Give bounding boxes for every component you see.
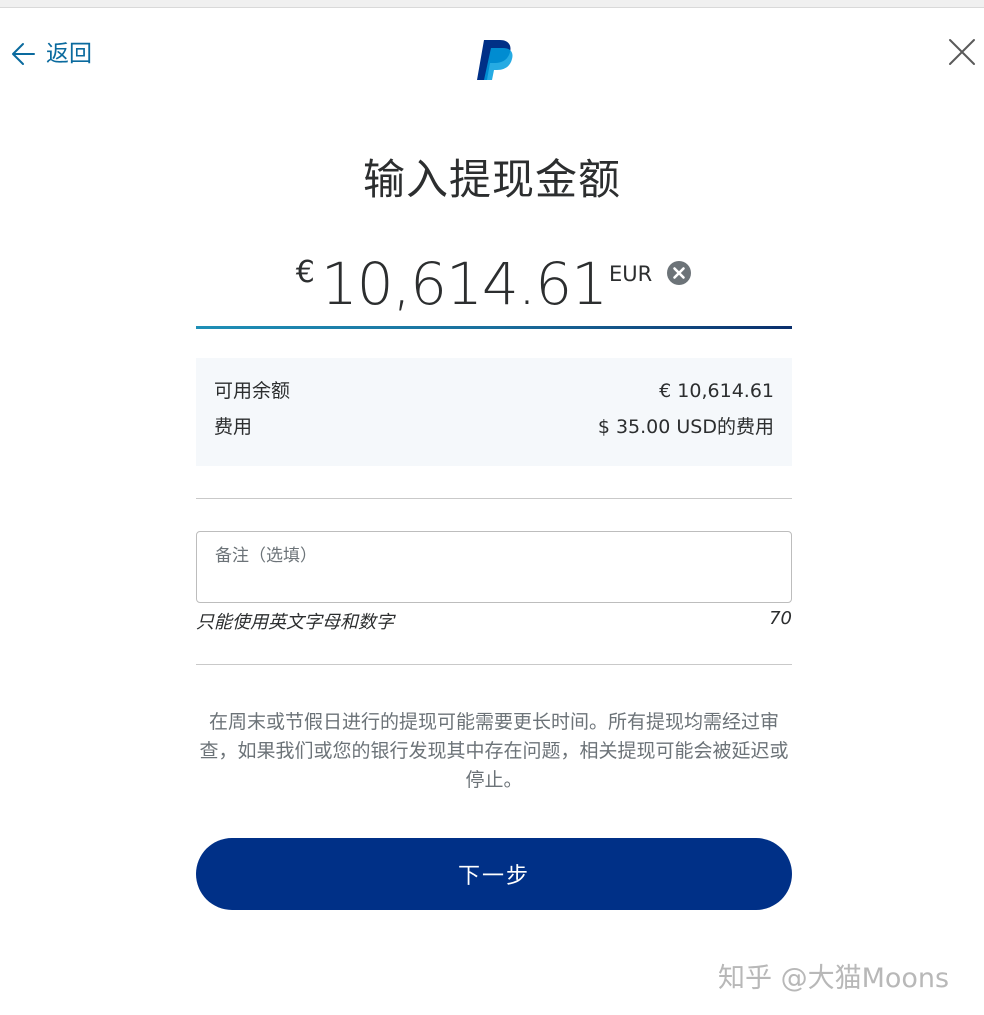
watermark: 知乎 @大猫Moons [718, 963, 950, 994]
note-input[interactable]: 备注（选填） [196, 531, 792, 603]
amount-value[interactable]: 10,614.61 [321, 252, 608, 316]
withdrawal-disclaimer: 在周末或节假日进行的提现可能需要更长时间。所有提现均需经过审查，如果我们或您的银… [199, 711, 789, 791]
summary-value: $ 35.00 USD的费用 [597, 416, 774, 438]
currency-symbol: € [295, 255, 315, 290]
summary-row-balance: 可用余额 € 10,614.61 [214, 378, 774, 414]
amount-input[interactable]: € 10,614.61 EUR [196, 248, 792, 328]
amount-underline [196, 326, 792, 329]
note-char-count: 70 [769, 608, 792, 629]
divider [196, 664, 792, 665]
paypal-logo-icon [477, 40, 513, 80]
next-button[interactable]: 下一步 [196, 838, 792, 910]
currency-code: EUR [609, 262, 653, 286]
note-placeholder: 备注（选填） [215, 546, 317, 566]
summary-label: 可用余额 [214, 380, 291, 402]
back-label: 返回 [46, 41, 92, 67]
browser-top-strip [0, 0, 984, 8]
page-title: 输入提现金额 [362, 155, 621, 204]
summary-value: € 10,614.61 [659, 380, 774, 402]
divider [196, 498, 792, 499]
arrow-left-icon [12, 43, 35, 65]
clear-amount-icon[interactable] [666, 260, 692, 286]
balance-summary: 可用余额 € 10,614.61 费用 $ 35.00 USD的费用 [196, 358, 792, 466]
back-button[interactable]: 返回 [10, 40, 92, 68]
close-icon[interactable] [946, 36, 978, 68]
summary-row-fee: 费用 $ 35.00 USD的费用 [214, 414, 774, 450]
summary-label: 费用 [214, 416, 253, 438]
note-hint: 只能使用英文字母和数字 [196, 612, 394, 633]
